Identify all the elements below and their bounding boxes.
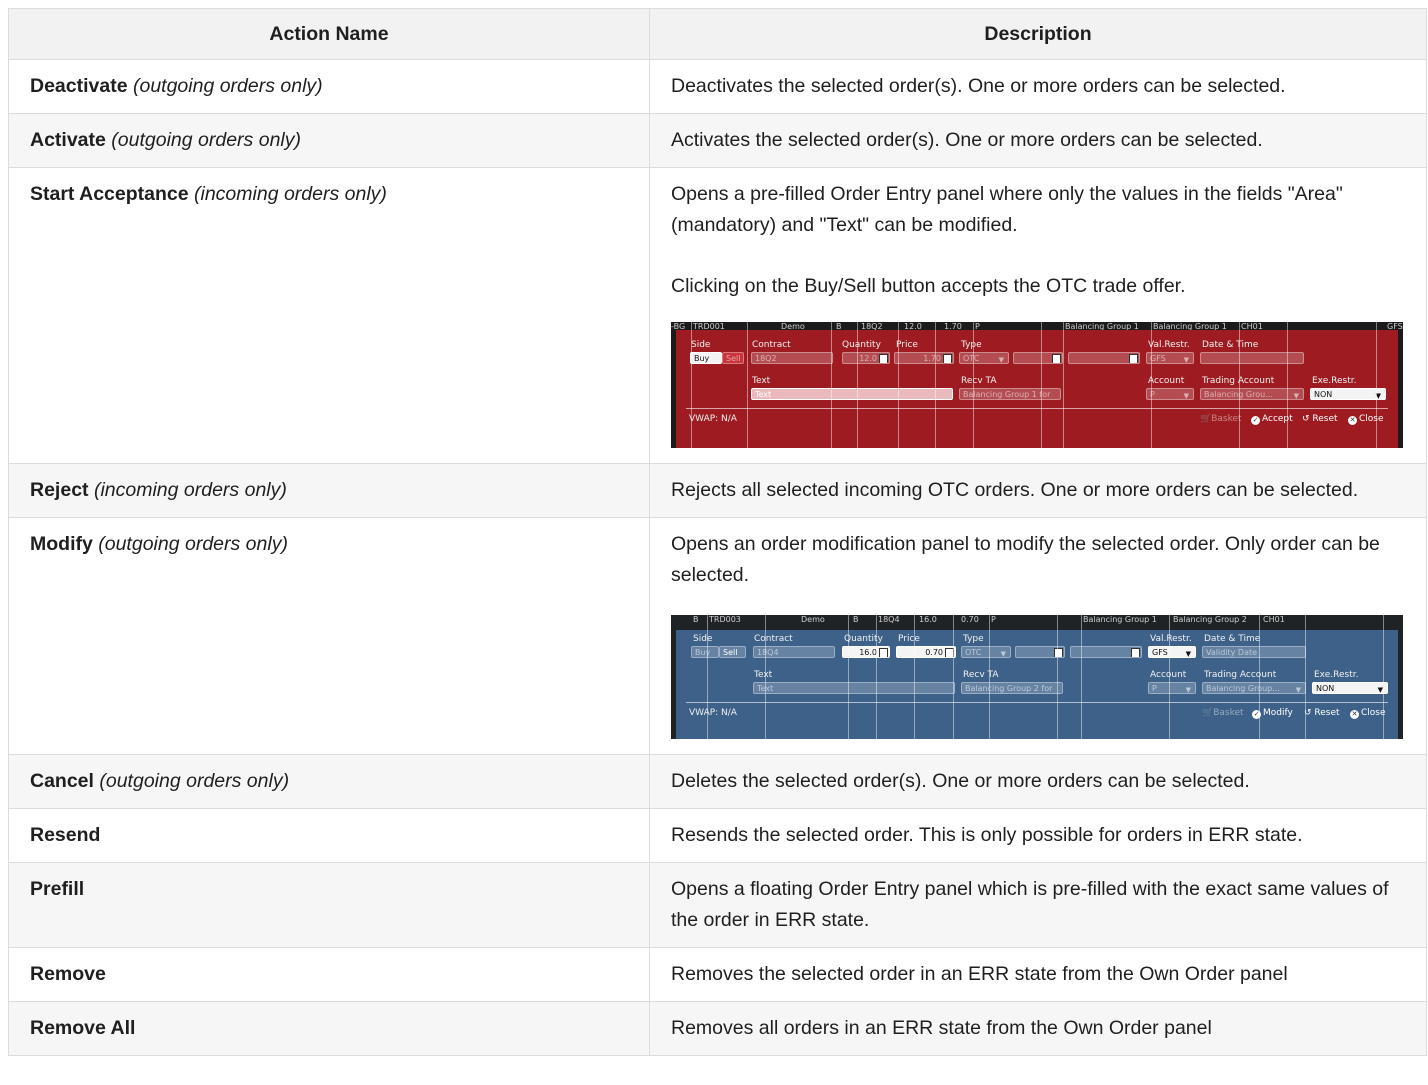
action-note: (incoming orders only)	[93, 479, 287, 501]
action-name: Remove	[30, 963, 106, 985]
action-note: (outgoing orders only)	[132, 75, 323, 97]
action-name: Modify	[30, 533, 93, 555]
gridline	[848, 615, 849, 739]
gridline	[1287, 322, 1288, 448]
gridline	[765, 615, 766, 739]
gridline	[1063, 322, 1064, 448]
action-cell: Resend	[8, 808, 650, 863]
action-name: Deactivate	[30, 75, 128, 97]
description-text: Resends the selected order. This is only…	[671, 824, 1303, 846]
gridline	[1259, 615, 1260, 739]
description-cell: Activates the selected order(s). One or …	[649, 113, 1427, 168]
header-description: Description	[649, 8, 1427, 60]
action-name: Prefill	[30, 878, 85, 900]
action-name: Reject	[30, 479, 89, 501]
description-cell: Removes all orders in an ERR state from …	[649, 1001, 1427, 1056]
description-text: Removes the selected order in an ERR sta…	[671, 963, 1288, 985]
action-name: Activate	[30, 129, 106, 151]
action-note: (incoming orders only)	[194, 183, 387, 205]
gridline	[914, 615, 915, 739]
gridline	[1239, 322, 1240, 448]
table-row: Remove All Removes all orders in an ERR …	[8, 1001, 1427, 1056]
table-row: Reject (incoming orders only) Rejects al…	[8, 463, 1427, 518]
action-cell: Modify (outgoing orders only)	[8, 517, 650, 755]
gridline	[898, 322, 899, 448]
action-name: Resend	[30, 824, 101, 846]
description-cell: Opens a pre-filled Order Entry panel whe…	[649, 167, 1427, 464]
description-text: Deactivates the selected order(s). One o…	[671, 75, 1286, 97]
action-cell: Start Acceptance (incoming orders only)	[8, 167, 650, 464]
action-name: Remove All	[30, 1017, 136, 1039]
actions-table: Action Name Description Deactivate (outg…	[8, 8, 1427, 1056]
action-cell: Cancel (outgoing orders only)	[8, 754, 650, 809]
description-text: Opens a pre-filled Order Entry panel whe…	[671, 183, 1343, 236]
description-text: Opens an order modification panel to mod…	[671, 533, 1380, 586]
gridline	[1305, 615, 1306, 739]
description-cell: Opens a floating Order Entry panel which…	[649, 862, 1427, 948]
table-row: Remove Removes the selected order in an …	[8, 947, 1427, 1002]
modify-order-panel-screenshot: B TRD003 Demo B 18Q4 16.0 0.70 P Balanci…	[671, 615, 1403, 739]
description-text: Activates the selected order(s). One or …	[671, 129, 1263, 151]
column-gridlines	[671, 615, 1403, 739]
table-row: Cancel (outgoing orders only) Deletes th…	[8, 754, 1427, 809]
description-cell: Opens an order modification panel to mod…	[649, 517, 1427, 755]
action-cell: Remove	[8, 947, 650, 1002]
gridline	[989, 615, 990, 739]
gridline	[1151, 322, 1152, 448]
description-cell: Resends the selected order. This is only…	[649, 808, 1427, 863]
action-name: Cancel	[30, 770, 94, 792]
action-note: (outgoing orders only)	[99, 770, 290, 792]
gridline	[1169, 615, 1170, 739]
gridline	[1081, 615, 1082, 739]
table-row: Resend Resends the selected order. This …	[8, 808, 1427, 863]
gridline	[1041, 322, 1042, 448]
action-cell: Deactivate (outgoing orders only)	[8, 59, 650, 114]
gridline	[973, 322, 974, 448]
action-name: Start Acceptance	[30, 183, 189, 205]
gridline	[953, 615, 954, 739]
column-gridlines	[671, 322, 1403, 448]
gridline	[857, 322, 858, 448]
gridline	[831, 322, 832, 448]
action-cell: Activate (outgoing orders only)	[8, 113, 650, 168]
description-text: Opens a floating Order Entry panel which…	[671, 878, 1389, 931]
action-cell: Reject (incoming orders only)	[8, 463, 650, 518]
action-cell: Remove All	[8, 1001, 650, 1056]
action-note: (outgoing orders only)	[111, 129, 301, 151]
table-row: Modify (outgoing orders only) Opens an o…	[8, 517, 1427, 755]
description-text: Deletes the selected order(s). One or mo…	[671, 770, 1250, 792]
accept-order-panel-screenshot: -BG TRD001 Demo B 18Q2 12.0 1.70 P Balan…	[671, 322, 1403, 448]
description-cell: Rejects all selected incoming OTC orders…	[649, 463, 1427, 518]
description-text: Rejects all selected incoming OTC orders…	[671, 479, 1359, 501]
table-row: Prefill Opens a floating Order Entry pan…	[8, 862, 1427, 948]
description-text: Clicking on the Buy/Sell button accepts …	[671, 275, 1186, 297]
gridline	[691, 322, 692, 448]
gridline	[707, 615, 708, 739]
gridline	[876, 615, 877, 739]
gridline	[1383, 615, 1384, 739]
description-text: Removes all orders in an ERR state from …	[671, 1017, 1212, 1039]
gridline	[747, 322, 748, 448]
header-action-name: Action Name	[8, 8, 650, 60]
action-note: (outgoing orders only)	[98, 533, 288, 555]
gridline	[1376, 322, 1377, 448]
action-cell: Prefill	[8, 862, 650, 948]
table-row: Start Acceptance (incoming orders only) …	[8, 167, 1427, 464]
description-cell: Deactivates the selected order(s). One o…	[649, 59, 1427, 114]
gridline	[935, 322, 936, 448]
table-row: Deactivate (outgoing orders only) Deacti…	[8, 59, 1427, 114]
table-header-row: Action Name Description	[8, 8, 1427, 60]
description-cell: Removes the selected order in an ERR sta…	[649, 947, 1427, 1002]
description-cell: Deletes the selected order(s). One or mo…	[649, 754, 1427, 809]
table-row: Activate (outgoing orders only) Activate…	[8, 113, 1427, 168]
gridline	[1057, 615, 1058, 739]
